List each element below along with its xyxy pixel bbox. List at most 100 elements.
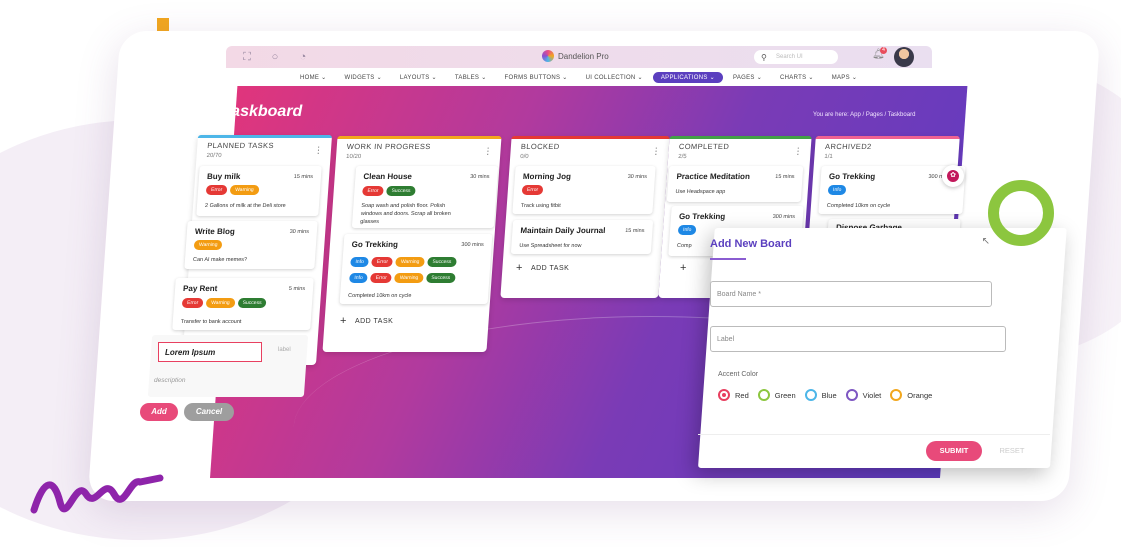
search-input[interactable]: ⚲ Search UI [754, 50, 838, 64]
task-time: 15 mins [293, 174, 314, 180]
column-accent [669, 136, 812, 139]
column-header: WORK IN PROGRESS [346, 142, 432, 151]
tag-info: Info [677, 225, 697, 235]
add-task-button[interactable]: + ADD TASK [340, 315, 393, 327]
radio-green[interactable]: Green [757, 389, 796, 401]
new-task-title-input[interactable]: Lorem Ipsum [158, 342, 262, 362]
plus-icon: + [516, 262, 523, 274]
task-description: Completed 10km on cycle [826, 203, 891, 209]
tag-list: Info Error Warning Success [349, 273, 456, 283]
tag-list: Error Warning [205, 185, 259, 195]
add-button[interactable]: Add [140, 403, 178, 421]
tag-warning: Warning [394, 273, 424, 283]
menu-item-pages[interactable]: PAGES ⌄ [725, 72, 770, 83]
task-description-line: windows and doors. Scrap all broken [360, 211, 451, 217]
task-description: Completed 10km on cycle [347, 293, 412, 299]
task-title: Clean House [363, 172, 413, 181]
task-description: Comp [676, 243, 692, 249]
task-card[interactable]: Maintain Daily Journal 15 mins Use Sprea… [510, 220, 654, 254]
task-card[interactable]: Pay Rent 5 mins Error Warning Success Tr… [172, 278, 314, 330]
more-icon[interactable]: ⋮ [793, 146, 803, 157]
accent-color-label: Accent Color [718, 371, 759, 378]
column-count: 1/1 [824, 154, 833, 160]
more-icon[interactable]: ⋮ [314, 145, 324, 156]
radio-blue[interactable]: Blue [804, 389, 837, 401]
menu-item-home[interactable]: HOME ⌄ [292, 72, 335, 83]
search-icon: ⚲ [761, 53, 767, 62]
task-description: Use Headspace app [675, 189, 726, 195]
task-time: 15 mins [775, 174, 795, 180]
task-description: Can AI make memes? [192, 257, 248, 263]
theme-palette-button[interactable]: ✿ [942, 165, 964, 187]
avatar[interactable] [894, 47, 914, 67]
menu-item-charts[interactable]: CHARTS ⌄ [772, 72, 822, 83]
menu-item-ui-collection[interactable]: UI COLLECTION ⌄ [578, 72, 651, 83]
task-card[interactable]: Practice Meditation 15 mins Use Headspac… [666, 166, 804, 202]
column-count: 0/0 [519, 154, 529, 160]
radio-violet[interactable]: Violet [845, 389, 881, 401]
add-task-button[interactable]: + [680, 262, 695, 274]
menu-item-widgets[interactable]: WIDGETS ⌄ [337, 72, 390, 83]
tag-success: Success [427, 257, 457, 267]
palette-icon[interactable]: ◔ [296, 50, 310, 64]
brand[interactable]: Dandelion Pro [542, 50, 609, 62]
task-time: 300 mins [772, 214, 796, 220]
lightbulb-icon[interactable]: ○ [268, 50, 282, 64]
radio-dot [804, 389, 817, 401]
task-title: Go Trekking [351, 240, 399, 249]
radio-dot [757, 389, 770, 401]
submit-button[interactable]: SUBMIT [926, 441, 982, 461]
label-field[interactable]: Label [710, 326, 1006, 352]
task-card[interactable]: Morning Jog 30 mins Error Track using fi… [512, 166, 656, 214]
menu-item-forms-buttons[interactable]: FORMS BUTTONS ⌄ [497, 72, 576, 83]
tag-error: Error [181, 298, 204, 308]
cancel-button[interactable]: Cancel [184, 403, 234, 421]
task-title: Buy milk [206, 172, 241, 181]
tag-warning: Warning [229, 185, 259, 195]
task-title: Maintain Daily Journal [520, 226, 606, 235]
tag-list: Error Warning Success [181, 298, 267, 308]
column-accent [197, 135, 333, 138]
breadcrumb: You are here: App / Pages / Taskboard [813, 112, 916, 118]
fullscreen-icon[interactable]: ⛶ [240, 50, 254, 64]
notification-badge: 4 [880, 47, 887, 54]
tag-info: Info [350, 257, 370, 267]
task-card[interactable]: Clean House 30 mins Error Success Soap w… [351, 166, 499, 228]
more-icon[interactable]: ⋮ [651, 146, 661, 157]
column-header: BLOCKED [520, 142, 560, 151]
task-time: 15 mins [624, 228, 645, 234]
stage: ⛶ ○ ◔ Dandelion Pro ⚲ Search UI 🔔︎ 4 HOM… [0, 0, 1121, 547]
add-task-button[interactable]: + ADD TASK [516, 262, 569, 274]
more-icon[interactable]: ⋮ [483, 146, 493, 157]
brand-name: Dandelion Pro [558, 51, 609, 61]
menu-item-tables[interactable]: TABLES ⌄ [447, 72, 495, 83]
column-count: 10/20 [345, 154, 362, 160]
column-count: 20/70 [206, 153, 222, 159]
task-time: 300 mins [461, 242, 484, 248]
task-card[interactable]: Write Blog 30 mins Warning Can AI make m… [184, 221, 318, 269]
task-time: 30 mins [469, 174, 490, 180]
menu-item-maps[interactable]: MAPS ⌄ [824, 72, 866, 83]
task-description: 2 Gallons of milk at the Deli store [204, 203, 286, 209]
new-task-description-input[interactable]: description [154, 377, 185, 384]
task-card[interactable]: Buy milk 15 mins Error Warning 2 Gallons… [196, 166, 322, 216]
task-time: 30 mins [289, 229, 310, 235]
title-underline [710, 258, 746, 260]
new-task-label-input[interactable]: label [278, 347, 291, 353]
column-header: PLANNED TASKS [206, 141, 275, 150]
label-placeholder: Label [717, 336, 735, 343]
minimize-icon[interactable]: ↖ [982, 236, 990, 247]
board-name-field[interactable]: Board Name * [710, 281, 992, 307]
menu-item-layouts[interactable]: LAYOUTS ⌄ [392, 72, 445, 83]
task-title: Pay Rent [182, 284, 218, 293]
radio-red[interactable]: Red [718, 389, 749, 401]
menu-item-applications[interactable]: APPLICATIONS ⌄ [652, 71, 723, 83]
reset-button[interactable]: RESET [992, 441, 1032, 461]
column-accent [337, 136, 502, 139]
radio-orange[interactable]: Orange [890, 389, 932, 401]
task-title: Go Trekking [828, 172, 876, 181]
task-card[interactable]: Go Trekking 300 mins Info Error Warning … [339, 234, 493, 304]
tag-error: Error [370, 273, 393, 283]
column-accent [511, 136, 670, 139]
task-description-line: glasses [360, 219, 380, 225]
